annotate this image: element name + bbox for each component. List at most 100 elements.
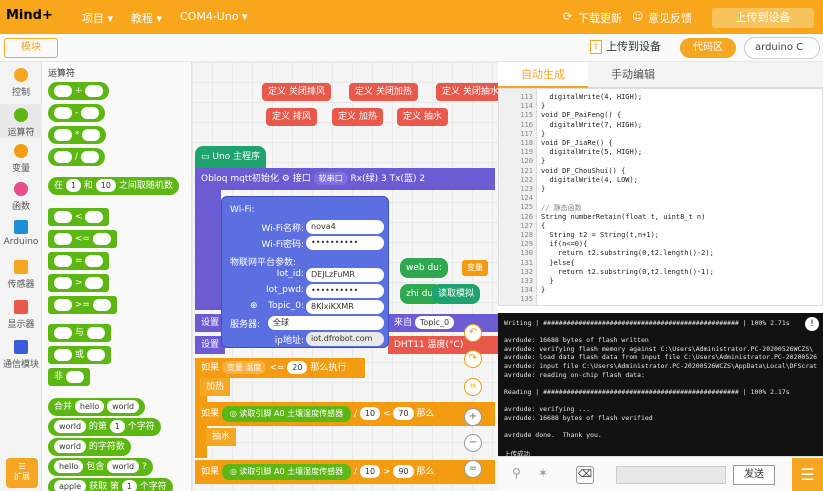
tab-auto-generate[interactable]: 自动生成 bbox=[498, 62, 588, 88]
iot-password-input[interactable]: •••••••••• bbox=[306, 284, 384, 298]
block-greater-than[interactable]: > bbox=[48, 274, 110, 292]
redo-icon[interactable]: ↷ bbox=[464, 350, 482, 368]
category-variables[interactable]: 变量 bbox=[0, 144, 42, 174]
block-if-temperature[interactable]: 如果 变量 温度 <= 20 那么执行 bbox=[195, 358, 365, 378]
tab-manual-edit[interactable]: 手动编辑 bbox=[588, 62, 678, 88]
upload-to-device-button[interactable]: 上传到设备 bbox=[606, 38, 661, 54]
chip-icon bbox=[14, 220, 28, 234]
block-multiply[interactable]: * bbox=[48, 126, 107, 144]
control-icon bbox=[14, 68, 28, 82]
wifi-section-title: Wi-Fi: bbox=[230, 205, 255, 215]
category-sensors[interactable]: 传感器 bbox=[0, 260, 42, 290]
block-letter-of[interactable]: world 的第 1 个字符 bbox=[48, 418, 161, 436]
block-subtract[interactable]: - bbox=[48, 104, 105, 122]
block-pump-call[interactable]: 抽水 bbox=[206, 428, 237, 446]
topic-input[interactable]: 8KIxiKXMR bbox=[306, 300, 384, 314]
sensor-icon bbox=[14, 260, 28, 274]
block-define-stop-fan[interactable]: 定义 关闭排风 bbox=[262, 83, 331, 101]
board-select[interactable]: arduino C bbox=[744, 37, 820, 59]
block-define-fan[interactable]: 定义 排风 bbox=[266, 108, 317, 126]
block-heat-call[interactable]: 加热 bbox=[200, 378, 231, 396]
block-divide[interactable]: / bbox=[48, 148, 105, 166]
block-main-program-hat[interactable]: ▭ Uno 主程序 bbox=[195, 146, 267, 168]
communication-icon bbox=[14, 340, 28, 354]
serial-send-input[interactable] bbox=[616, 466, 726, 484]
block-obloq-init[interactable]: Obloq mqtt初始化 ⚙ 接口 软串口 Rx(绿) 3 Tx(蓝) 2 bbox=[195, 168, 495, 190]
code-line: String numberRetain(float t, uint8_t n) bbox=[541, 212, 706, 221]
category-arduino[interactable]: Arduino bbox=[0, 220, 42, 247]
block-random[interactable]: 在 1 和 10 之间取随机数 bbox=[48, 177, 179, 195]
serial-line: 上传成功 bbox=[504, 450, 530, 456]
extensions-button[interactable]: ☰ 扩展 bbox=[6, 458, 38, 488]
block-define-pump[interactable]: 定义 抽水 bbox=[397, 108, 448, 126]
code-line: void DF_ChouShui() { bbox=[541, 166, 626, 175]
block-dht-read[interactable]: DHT11 温度(°C) bbox=[388, 336, 498, 354]
block-contains[interactable]: hello 包含 world ? bbox=[48, 458, 153, 476]
send-button[interactable]: 发送 bbox=[733, 465, 775, 485]
category-displays[interactable]: 显示器 bbox=[0, 300, 42, 330]
block-equal[interactable]: = bbox=[48, 252, 110, 270]
code-line: digitalWrite(5, HIGH); bbox=[541, 148, 643, 157]
code-editor[interactable]: 113 114 115 116 117 118 119 120 121 122 123 124 125 1… bbox=[498, 88, 823, 306]
serial-line: avrdude: load data flash data from input… bbox=[504, 353, 818, 362]
block-greater-equal[interactable]: >= bbox=[48, 296, 117, 314]
block-add[interactable]: + bbox=[48, 82, 110, 100]
block-or[interactable]: 或 bbox=[48, 346, 111, 364]
block-if-soil-low[interactable]: 如果 ◎ 读取引脚 A0 土壤湿度传感器 / 10 < 70 那么 bbox=[195, 402, 495, 426]
line-number: 126 bbox=[520, 212, 533, 221]
baud-icon[interactable]: ✶ bbox=[538, 466, 548, 480]
crop-icon[interactable]: ⌗ bbox=[464, 378, 482, 396]
menu-tutorial[interactable]: 教程 ▾ bbox=[131, 10, 162, 26]
menu-project[interactable]: 项目 ▾ bbox=[82, 10, 113, 26]
operators-icon bbox=[14, 108, 28, 122]
block-and[interactable]: 与 bbox=[48, 324, 111, 342]
block-less-than[interactable]: < bbox=[48, 208, 110, 226]
zoom-reset-icon[interactable]: = bbox=[464, 460, 482, 478]
iot-id-input[interactable]: DEJLzFuMR bbox=[306, 268, 384, 282]
block-web-du[interactable]: web du: bbox=[400, 258, 448, 278]
menu-com-port[interactable]: COM4-Uno ▾ bbox=[180, 10, 248, 23]
usb-icon[interactable]: ⚲ bbox=[512, 466, 521, 480]
block-variable-chip[interactable]: 变量 bbox=[462, 260, 488, 276]
hamburger-menu-icon[interactable]: ☰ bbox=[792, 458, 823, 491]
block-read-analog[interactable]: 读取模拟 bbox=[432, 284, 481, 304]
block-length-of[interactable]: world 的字符数 bbox=[48, 438, 131, 456]
info-icon[interactable]: ! bbox=[805, 317, 819, 331]
block-if-soil-high[interactable]: 如果 ◎ 读取引脚 A0 土壤湿度传感器 / 10 > 90 那么 bbox=[195, 460, 495, 484]
block-join[interactable]: 合并 hello world bbox=[48, 398, 146, 416]
code-line: digitalWrite(4, HIGH); bbox=[541, 93, 643, 101]
block-get-letter[interactable]: apple 获取 第 1 个字符 bbox=[48, 478, 173, 491]
code-line: return t2.substring(0,t2.length()-1); bbox=[541, 267, 714, 276]
block-define-heat[interactable]: 定义 加热 bbox=[332, 108, 383, 126]
undo-icon[interactable]: ↶ bbox=[464, 324, 482, 342]
code-area-toggle[interactable]: 代码区 bbox=[680, 38, 736, 58]
server-select[interactable]: 全球 bbox=[268, 316, 384, 330]
serial-console[interactable]: Writing | ##############################… bbox=[498, 313, 823, 456]
display-icon bbox=[14, 300, 28, 314]
block-not[interactable]: 非 bbox=[48, 368, 90, 386]
settings-gear-icon[interactable]: ⚙ bbox=[282, 174, 290, 184]
category-control[interactable]: 控制 bbox=[0, 68, 42, 98]
wifi-password-input[interactable]: •••••••••• bbox=[306, 236, 384, 250]
code-line: }else{ bbox=[541, 258, 575, 267]
zoom-in-icon[interactable]: + bbox=[464, 408, 482, 426]
category-communication[interactable]: 通信模块 bbox=[0, 340, 42, 370]
block-palette: 运算符 + - * / 在 1 和 10 之间取随机数 < <= = > >= … bbox=[42, 62, 192, 491]
module-tab[interactable]: 模块 bbox=[4, 38, 58, 58]
sensor-pin-icon: ◎ bbox=[229, 466, 237, 476]
line-number: 113 bbox=[520, 93, 533, 101]
download-update-button[interactable]: 下载更新 bbox=[578, 10, 622, 26]
block-less-equal[interactable]: <= bbox=[48, 230, 117, 248]
wifi-name-input[interactable]: nova4 bbox=[306, 220, 384, 234]
add-topic-icon[interactable]: ⊕ bbox=[250, 301, 258, 311]
code-tabs: 自动生成 手动编辑 bbox=[498, 62, 823, 88]
feedback-button[interactable]: 意见反馈 bbox=[648, 10, 692, 26]
block-define-stop-pump[interactable]: 定义 关闭抽水 bbox=[436, 83, 498, 101]
line-number: 115 bbox=[520, 111, 533, 120]
block-define-stop-heat[interactable]: 定义 关闭加热 bbox=[349, 83, 418, 101]
clear-output-icon[interactable]: ⌫ bbox=[576, 466, 594, 484]
category-operators[interactable]: 运算符 bbox=[0, 104, 42, 138]
upload-icon: ⇧ bbox=[590, 40, 602, 54]
category-functions[interactable]: 函数 bbox=[0, 182, 42, 212]
zoom-out-icon[interactable]: − bbox=[464, 434, 482, 452]
